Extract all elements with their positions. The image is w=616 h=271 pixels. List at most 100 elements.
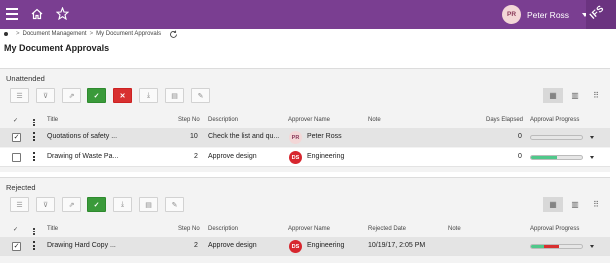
close-icon: ✕	[119, 92, 126, 100]
approve-button[interactable]: ✓	[87, 88, 106, 103]
column-header-days[interactable]: Days Elapsed	[486, 117, 523, 123]
list-button[interactable]: ☰	[10, 88, 29, 103]
row-approver: Engineering	[307, 242, 345, 249]
document-icon: ▤	[145, 201, 152, 209]
export-button[interactable]: ⇗	[62, 88, 81, 103]
table-row[interactable]: ✓ Drawing Hard Copy ... 2 Approve design…	[0, 237, 610, 256]
table-header: ✓ Title Step No Description Approver Nam…	[0, 117, 610, 128]
approve-button[interactable]: ✓	[87, 197, 106, 212]
column-menu-icon[interactable]	[33, 228, 35, 236]
download-icon: ⤓	[120, 200, 125, 208]
column-header-description[interactable]: Description	[208, 117, 238, 123]
approver-avatar: PR	[289, 131, 302, 144]
column-header-step[interactable]: Step No	[178, 117, 200, 123]
edit-button[interactable]: ✎	[191, 88, 210, 103]
approval-progress-bar	[530, 244, 583, 249]
filter-button[interactable]: ⊽	[36, 88, 55, 103]
row-checkbox[interactable]: ✓	[12, 242, 21, 251]
row-rejected-date: 10/19/17, 2:05 PM	[368, 242, 426, 249]
breadcrumb-item-document-management[interactable]: Document Management	[23, 31, 87, 37]
progress-dropdown-icon[interactable]	[590, 156, 594, 159]
table-row[interactable]: Drawing of Waste Pa... 2 Approve design …	[0, 148, 610, 167]
menu-icon[interactable]	[6, 8, 18, 23]
top-bar: PR Peter Ross IFS	[0, 0, 616, 29]
row-description: Approve design	[208, 242, 257, 249]
select-all-column[interactable]: ✓	[13, 117, 18, 124]
grid-view-button[interactable]: ⠿	[586, 88, 606, 103]
filter-icon: ⊽	[42, 201, 49, 209]
ifs-logo: IFS	[586, 0, 616, 29]
list-view-button[interactable]: ▥	[565, 88, 585, 103]
list-button[interactable]: ☰	[10, 197, 29, 212]
column-header-progress[interactable]: Approval Progress	[530, 117, 579, 123]
column-header-rejected-date[interactable]: Rejected Date	[368, 226, 406, 232]
download-button[interactable]: ⤓	[113, 197, 132, 212]
avatar: PR	[502, 5, 521, 24]
approver-avatar: DS	[289, 240, 302, 253]
row-description: Approve design	[208, 153, 257, 160]
download-icon: ⤓	[146, 91, 151, 99]
table-row[interactable]: ✓ Quotations of safety ... 10 Check the …	[0, 128, 610, 147]
card-view-button[interactable]: ▦	[543, 88, 563, 103]
column-header-approver[interactable]: Approver Name	[288, 226, 330, 232]
user-name: Peter Ross	[527, 9, 570, 20]
column-header-approver[interactable]: Approver Name	[288, 117, 330, 123]
card-view-icon: ▦	[549, 200, 557, 209]
edit-button[interactable]: ✎	[165, 197, 184, 212]
section-title: Rejected	[6, 183, 36, 192]
edit-icon: ✎	[171, 201, 178, 209]
list-view-icon: ▥	[571, 200, 579, 209]
breadcrumb-item-my-document-approvals[interactable]: My Document Approvals	[96, 31, 161, 37]
user-menu[interactable]: PR Peter Ross	[502, 5, 589, 24]
column-header-note[interactable]: Note	[448, 226, 461, 232]
list-icon: ☰	[16, 92, 23, 100]
row-menu-icon[interactable]	[33, 152, 35, 163]
home-dot-icon[interactable]	[4, 32, 8, 36]
home-icon[interactable]	[31, 8, 43, 20]
row-checkbox[interactable]: ✓	[12, 133, 21, 142]
column-header-progress[interactable]: Approval Progress	[530, 226, 579, 232]
page-title: My Document Approvals	[4, 43, 110, 53]
column-header-note[interactable]: Note	[368, 117, 381, 123]
column-header-title[interactable]: Title	[47, 117, 58, 123]
card-view-button[interactable]: ▦	[543, 197, 563, 212]
section-title: Unattended	[6, 74, 45, 83]
star-icon[interactable]	[56, 7, 69, 20]
row-approver: Peter Ross	[307, 133, 342, 140]
refresh-icon[interactable]	[169, 30, 178, 39]
row-checkbox[interactable]	[12, 153, 21, 162]
grid-view-button[interactable]: ⠿	[586, 197, 606, 212]
table-header: ✓ Title Step No Description Approver Nam…	[0, 226, 610, 237]
export-button[interactable]: ⇗	[62, 197, 81, 212]
list-icon: ☰	[16, 201, 23, 209]
approval-progress-bar	[530, 155, 583, 160]
column-header-title[interactable]: Title	[47, 226, 58, 232]
check-icon: ✓	[93, 201, 100, 209]
row-days: 0	[518, 153, 522, 160]
column-header-description[interactable]: Description	[208, 226, 238, 232]
filter-button[interactable]: ⊽	[36, 197, 55, 212]
document-button[interactable]: ▤	[139, 197, 158, 212]
progress-dropdown-icon[interactable]	[590, 245, 594, 248]
document-button[interactable]: ▤	[165, 88, 184, 103]
column-menu-icon[interactable]	[33, 119, 35, 127]
row-menu-icon[interactable]	[33, 241, 35, 252]
progress-dropdown-icon[interactable]	[590, 136, 594, 139]
download-button[interactable]: ⤓	[139, 88, 158, 103]
row-title[interactable]: Drawing Hard Copy ...	[47, 242, 116, 249]
row-title[interactable]: Drawing of Waste Pa...	[47, 153, 118, 160]
export-icon: ⇗	[68, 201, 75, 209]
approval-progress-bar	[530, 135, 583, 140]
row-step: 2	[194, 242, 198, 249]
select-all-column[interactable]: ✓	[13, 226, 18, 233]
row-menu-icon[interactable]	[33, 132, 35, 143]
row-step: 10	[190, 133, 198, 140]
row-approver: Engineering	[307, 153, 345, 160]
edit-icon: ✎	[197, 92, 204, 100]
row-title[interactable]: Quotations of safety ...	[47, 133, 117, 140]
column-header-step[interactable]: Step No	[178, 226, 200, 232]
rejected-panel: Rejected ☰ ⊽ ⇗ ✓ ⤓ ▤ ✎ ▦ ▥ ⠿ ✓ Title Ste…	[0, 177, 610, 263]
reject-button[interactable]: ✕	[113, 88, 132, 103]
document-icon: ▤	[171, 92, 178, 100]
list-view-button[interactable]: ▥	[565, 197, 585, 212]
